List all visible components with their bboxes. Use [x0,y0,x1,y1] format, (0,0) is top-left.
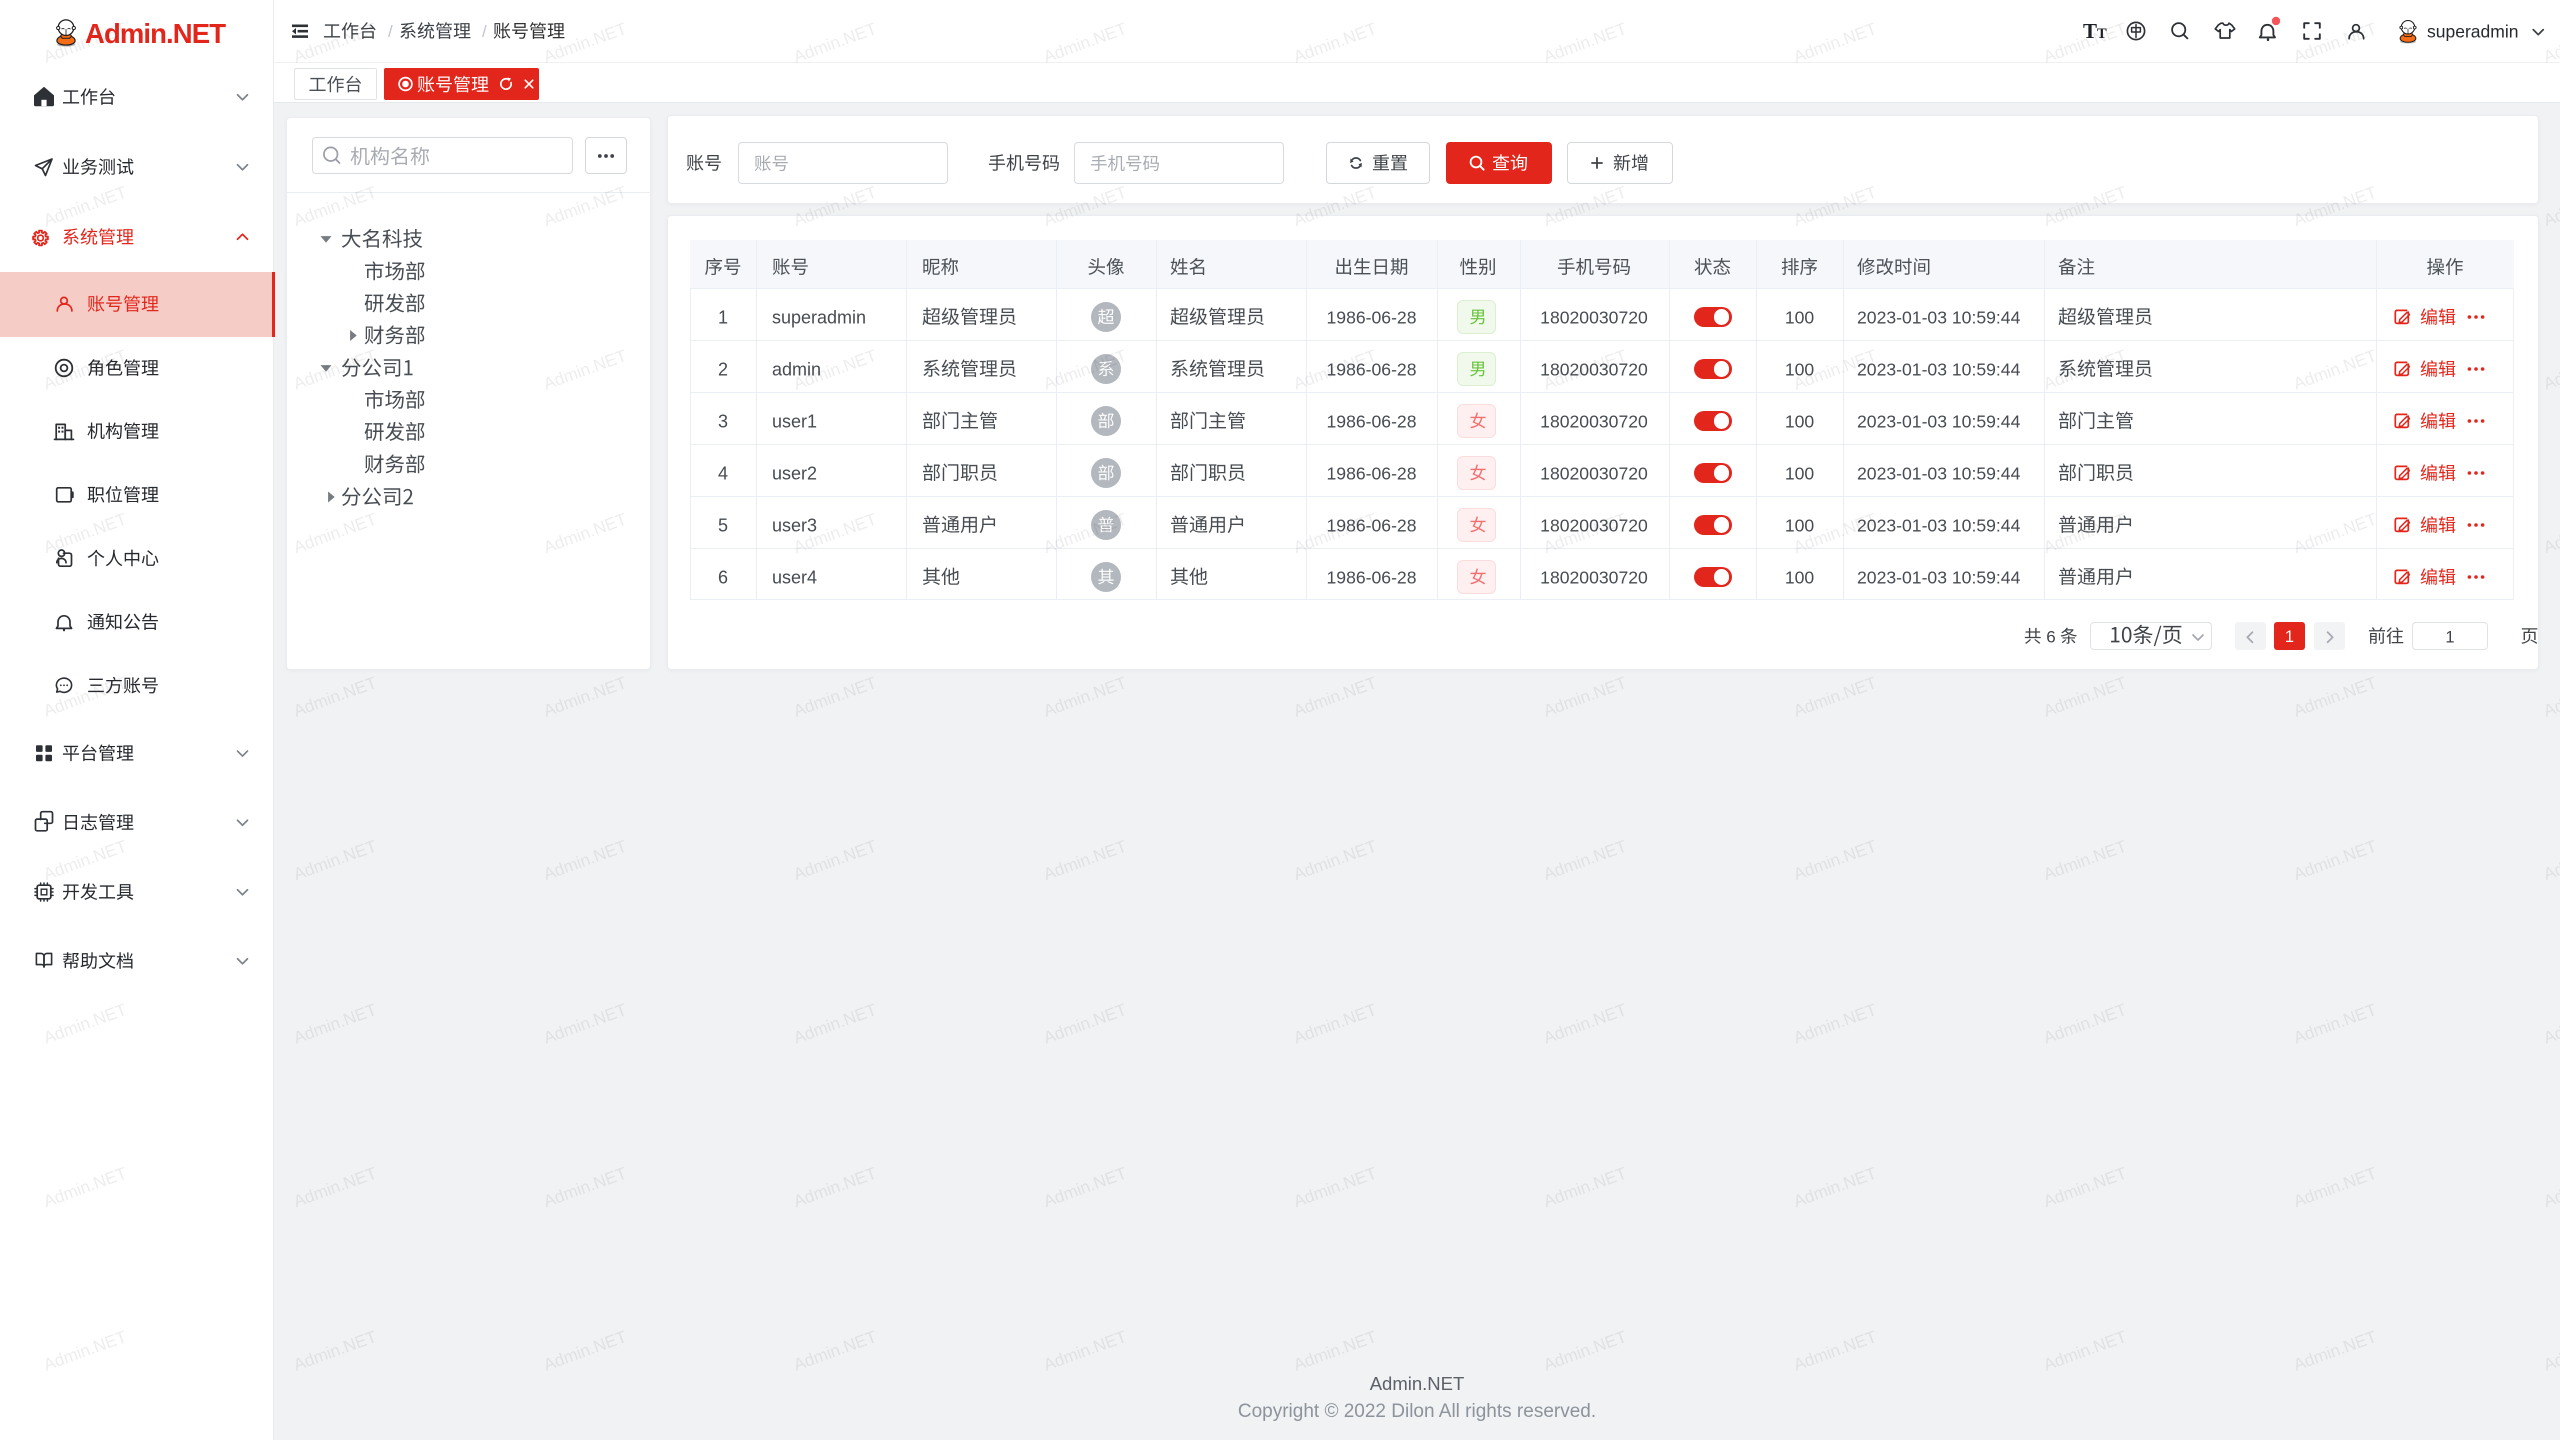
svg-text:Copyright © 2022 Dilon All rig: Copyright © 2022 Dilon All rights reserv… [1238,1401,1596,1422]
svg-text:Admin.NET: Admin.NET [1370,1373,1465,1394]
